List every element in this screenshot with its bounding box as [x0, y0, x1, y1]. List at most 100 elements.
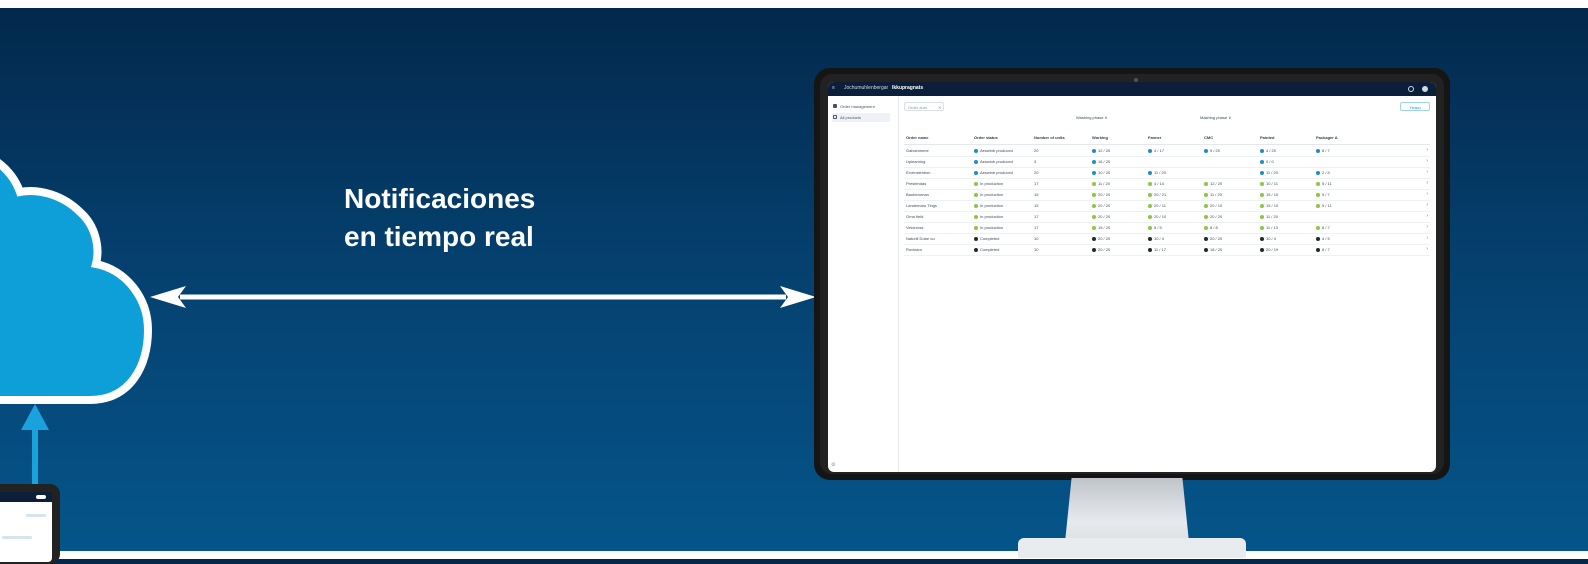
status-label: Completed	[980, 236, 1000, 241]
phase-progress: 10 / 4	[1260, 236, 1276, 241]
progress-value: 15 / 10	[1266, 203, 1279, 208]
progress-value: 9 / 20	[1210, 148, 1221, 153]
progress-value: 5 / 5	[1154, 225, 1162, 230]
sidebar-item-label: All products	[840, 115, 861, 120]
chevron-right-icon[interactable]: ›	[1426, 169, 1428, 175]
progress-dot-icon	[1260, 203, 1264, 208]
chevron-right-icon[interactable]: ›	[1426, 202, 1428, 208]
progress-value: 10 / 20	[1098, 170, 1111, 175]
progress-dot-icon	[1092, 236, 1096, 241]
sidebar-item-label: Order management	[840, 104, 875, 109]
chevron-right-icon[interactable]: ›	[1426, 180, 1428, 186]
column-header[interactable]: CMC	[1204, 135, 1213, 140]
table-row[interactable]: Rovinam Completed 10 20 / 20 11 / 17 18 / 20 2…	[904, 244, 1430, 256]
chevron-right-icon[interactable]: ›	[1426, 213, 1428, 219]
phase-progress: 8 / 7	[1316, 247, 1330, 252]
phase-progress: 20 / 20	[1092, 247, 1110, 252]
phase-progress: 4 / 17	[1148, 148, 1164, 153]
status-dot-icon	[974, 148, 978, 153]
progress-value: 8 / 7	[1322, 247, 1330, 252]
progress-value: 20 / 11	[1154, 203, 1166, 208]
order-name: Uplearning	[906, 159, 926, 164]
phase-progress: 4 / 14	[1148, 181, 1164, 186]
column-header[interactable]: Order name	[906, 135, 928, 140]
phase-progress: 11 / 20	[1260, 170, 1278, 175]
sidebar-item-order-management[interactable]: Order management	[832, 102, 890, 111]
progress-value: 20 / 20	[1210, 214, 1223, 219]
upload-arrow-shaft	[32, 428, 38, 488]
order-status: Aeswinb produced	[974, 148, 1013, 153]
phase-progress: 11 / 17	[1148, 247, 1166, 252]
progress-value: 0 / 0	[1266, 159, 1274, 164]
progress-dot-icon	[1148, 148, 1152, 153]
chevron-right-icon[interactable]: ›	[1426, 147, 1428, 153]
unit-count: 17	[1034, 225, 1039, 230]
action-button[interactable]: Ytracu	[1400, 102, 1430, 111]
clear-icon[interactable]: ✕	[938, 105, 941, 110]
chevron-right-icon[interactable]: ›	[1426, 191, 1428, 197]
progress-value: 4 / 20	[1266, 148, 1277, 153]
breadcrumb[interactable]: Jochumuhlenbergar	[844, 85, 888, 91]
progress-value: 11 / 13	[1266, 225, 1278, 230]
status-dot-icon	[974, 203, 978, 208]
phase-progress: 20 / 20	[1092, 203, 1110, 208]
page-title: Ikkupragnats	[892, 85, 924, 91]
user-avatar[interactable]	[1422, 86, 1428, 92]
progress-dot-icon	[1316, 192, 1320, 197]
chevron-right-icon[interactable]: ›	[1426, 158, 1428, 164]
column-header[interactable]: Fanner	[1148, 135, 1161, 140]
tablet-topbar	[0, 492, 52, 502]
column-header[interactable]: Packager A	[1316, 135, 1338, 140]
group-header-washing[interactable]: Washing phase ∨	[1076, 115, 1107, 120]
progress-value: 2 / 5	[1322, 170, 1330, 175]
phase-progress: 11 / 13	[1260, 225, 1278, 230]
progress-dot-icon	[1092, 203, 1096, 208]
progress-value: 4 / 14	[1154, 181, 1165, 186]
chevron-right-icon[interactable]: ›	[1426, 235, 1428, 241]
chevron-right-icon[interactable]: ›	[1426, 246, 1428, 252]
table-header: Order name Order status Number of units …	[904, 130, 1430, 145]
settings-icon[interactable]: ⚙	[831, 462, 835, 468]
progress-dot-icon	[1204, 148, 1208, 153]
order-status: In production	[974, 203, 1003, 208]
bidirectional-arrow-icon	[150, 286, 816, 308]
phase-progress: 15 / 10	[1260, 203, 1278, 208]
group-header-mashing[interactable]: Mashing phase ∨	[1200, 115, 1231, 120]
progress-dot-icon	[1316, 170, 1320, 175]
menu-icon[interactable]: ≡	[832, 85, 835, 91]
sidebar-item-all-products[interactable]: All products	[832, 113, 890, 122]
column-header[interactable]: Working	[1092, 135, 1108, 140]
progress-dot-icon	[1148, 203, 1152, 208]
progress-dot-icon	[1148, 236, 1152, 241]
order-status: Aeswinb produced	[974, 170, 1013, 175]
column-header[interactable]: Order status	[974, 135, 998, 140]
phase-progress: 9 / 7	[1316, 192, 1330, 197]
progress-value: 12 / 20	[1098, 148, 1111, 153]
phase-progress: 8 / 7	[1316, 148, 1330, 153]
column-header[interactable]: Number of units	[1034, 135, 1065, 140]
progress-dot-icon	[1204, 214, 1208, 219]
phase-progress: 20 / 10	[1204, 203, 1222, 208]
progress-value: 18 / 20	[1210, 247, 1223, 252]
phase-progress: 8 / 8	[1204, 225, 1218, 230]
progress-dot-icon	[1260, 247, 1264, 252]
progress-dot-icon	[1092, 247, 1096, 252]
help-icon[interactable]	[1408, 86, 1414, 92]
progress-dot-icon	[1092, 225, 1096, 230]
order-name: Rovinam	[906, 247, 922, 252]
phase-progress: 20 / 11	[1148, 203, 1166, 208]
progress-value: 4 / 5	[1322, 236, 1330, 241]
progress-dot-icon	[1092, 170, 1096, 175]
progress-value: 9 / 7	[1322, 192, 1330, 197]
progress-value: 20 / 20	[1098, 203, 1111, 208]
chevron-right-icon[interactable]: ›	[1426, 224, 1428, 230]
phase-progress: 15 / 20	[1092, 225, 1110, 230]
progress-value: 11 / 20	[1098, 181, 1110, 186]
unit-count: 20	[1034, 170, 1039, 175]
monitor-screen: ≡ Jochumuhlenbergar Ikkupragnats Order m…	[828, 82, 1436, 472]
progress-dot-icon	[1260, 148, 1264, 153]
progress-value: 20 / 21	[1154, 192, 1167, 197]
column-header[interactable]: Painted	[1260, 135, 1274, 140]
phase-progress: 18 / 20	[1204, 247, 1222, 252]
headline: Notificaciones en tiempo real	[344, 180, 535, 256]
